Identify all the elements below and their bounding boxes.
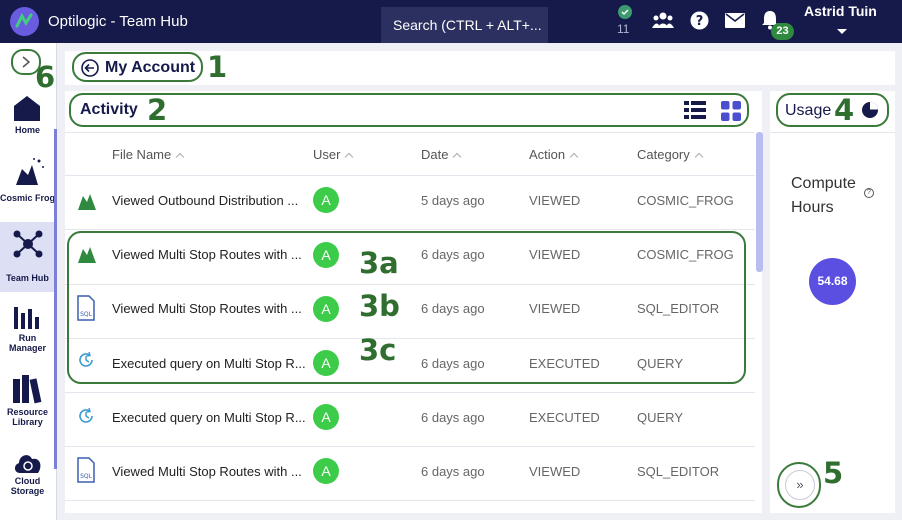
compute-label-line-1: Compute <box>791 175 856 192</box>
back-arrow-icon[interactable] <box>81 59 99 82</box>
callout-outline <box>67 231 746 384</box>
date-cell: 6 days ago <box>421 464 485 479</box>
logo-icon[interactable] <box>10 7 39 36</box>
page-title: My Account <box>105 59 196 76</box>
sidebar-item-label: Resource Library <box>6 407 49 427</box>
action-cell: EXECUTED <box>529 410 600 425</box>
callout-3a: 3a <box>359 246 399 280</box>
sidebar-item-label: Home <box>14 125 40 135</box>
sidebar-item-label: Run Manager <box>8 333 46 353</box>
books-icon <box>13 375 42 404</box>
date-cell: 5 days ago <box>421 193 485 208</box>
search-input[interactable]: Search (CTRL + ALT+... <box>381 7 548 43</box>
activity-title: Activity <box>80 101 138 118</box>
query-history-icon <box>79 407 93 423</box>
bars-icon <box>14 307 39 329</box>
status-count: 11 <box>617 22 630 36</box>
help-icon[interactable]: ? <box>690 11 709 35</box>
column-header-action[interactable]: Action <box>529 147 579 162</box>
chevron-right-icon <box>22 56 31 68</box>
table-row[interactable]: SQL Viewed Multi Stop Routes with ... A … <box>65 447 755 501</box>
usage-title: Usage <box>785 102 832 119</box>
sidebar-item-label: Cloud Storage <box>10 476 45 496</box>
frog-icon <box>78 194 96 210</box>
table-scrollbar[interactable] <box>756 132 763 272</box>
team-icon[interactable] <box>652 11 674 36</box>
top-bar: Optilogic - Team Hub Search (CTRL + ALT+… <box>0 0 902 43</box>
svg-text:?: ? <box>696 14 704 29</box>
category-cell: COSMIC_FROG <box>637 193 734 208</box>
sidebar-item-cloud-storage[interactable]: Cloud Storage <box>0 441 55 511</box>
sidebar-item-team-hub[interactable]: Team Hub <box>0 222 55 292</box>
callout-5: 5 <box>823 456 844 490</box>
action-cell: VIEWED <box>529 464 581 479</box>
column-header-user[interactable]: User <box>313 147 354 162</box>
svg-text:SQL: SQL <box>80 473 93 480</box>
sidebar-item-run-manager[interactable]: Run Manager <box>0 295 55 365</box>
list-view-icon[interactable] <box>684 101 706 124</box>
date-cell: 6 days ago <box>421 410 485 425</box>
action-cell: VIEWED <box>529 193 581 208</box>
hub-icon <box>13 230 43 258</box>
callout-3c: 3c <box>359 333 397 367</box>
compute-hours-value: 54.68 <box>809 258 856 305</box>
user-name[interactable]: Astrid Tuin <box>804 3 877 19</box>
sidebar-item-resource-library[interactable]: Resource Library <box>0 365 55 435</box>
sql-file-icon: SQL <box>77 457 95 483</box>
sidebar-item-label: Cosmic Frog <box>0 193 56 203</box>
sidebar-item-cosmic-frog[interactable]: Cosmic Frog <box>0 153 55 223</box>
app-title: Optilogic - Team Hub <box>48 13 188 30</box>
help-icon[interactable]: ? <box>864 188 874 198</box>
file-name[interactable]: Executed query on Multi Stop R... <box>112 410 306 425</box>
cloud-icon <box>14 455 41 473</box>
callout-3b: 3b <box>359 289 400 323</box>
divider <box>770 132 895 133</box>
column-header-file-name[interactable]: File Name <box>112 147 185 162</box>
compute-hours-label: Compute Hours <box>791 172 856 220</box>
compute-label-line-2: Hours <box>791 199 834 216</box>
avatar: A <box>313 404 339 430</box>
expand-panel-button[interactable]: » <box>785 470 815 500</box>
mail-icon[interactable] <box>725 13 745 33</box>
callout-outline <box>69 93 749 127</box>
category-cell: QUERY <box>637 410 683 425</box>
grid-view-icon[interactable] <box>721 101 741 126</box>
callout-4: 4 <box>834 93 855 127</box>
sidebar-item-home[interactable]: Home <box>0 88 55 158</box>
column-header-category[interactable]: Category <box>637 147 703 162</box>
table-row[interactable]: Executed query on Multi Stop R... A 6 da… <box>65 393 755 447</box>
sidebar-item-label: Team Hub <box>6 273 49 283</box>
sidebar: Home Cosmic Frog Team Hub Run Manager Re… <box>0 43 57 520</box>
file-name[interactable]: Viewed Outbound Distribution ... <box>112 193 298 208</box>
callout-6: 6 <box>35 60 56 94</box>
notification-badge: 23 <box>771 23 794 40</box>
callout-2: 2 <box>147 93 168 127</box>
check-icon[interactable] <box>618 5 632 19</box>
home-icon <box>14 96 40 121</box>
pie-chart-icon[interactable] <box>861 101 879 124</box>
column-header-date[interactable]: Date <box>421 147 462 162</box>
avatar: A <box>313 458 339 484</box>
frog-icon <box>16 158 44 185</box>
callout-1: 1 <box>207 50 228 84</box>
sidebar-scrollbar[interactable] <box>54 129 57 469</box>
table-row[interactable]: Viewed Outbound Distribution ... A 5 day… <box>65 176 755 230</box>
file-name[interactable]: Viewed Multi Stop Routes with ... <box>112 464 302 479</box>
chevron-down-icon[interactable] <box>837 29 847 34</box>
avatar: A <box>313 187 339 213</box>
category-cell: SQL_EDITOR <box>637 464 720 479</box>
